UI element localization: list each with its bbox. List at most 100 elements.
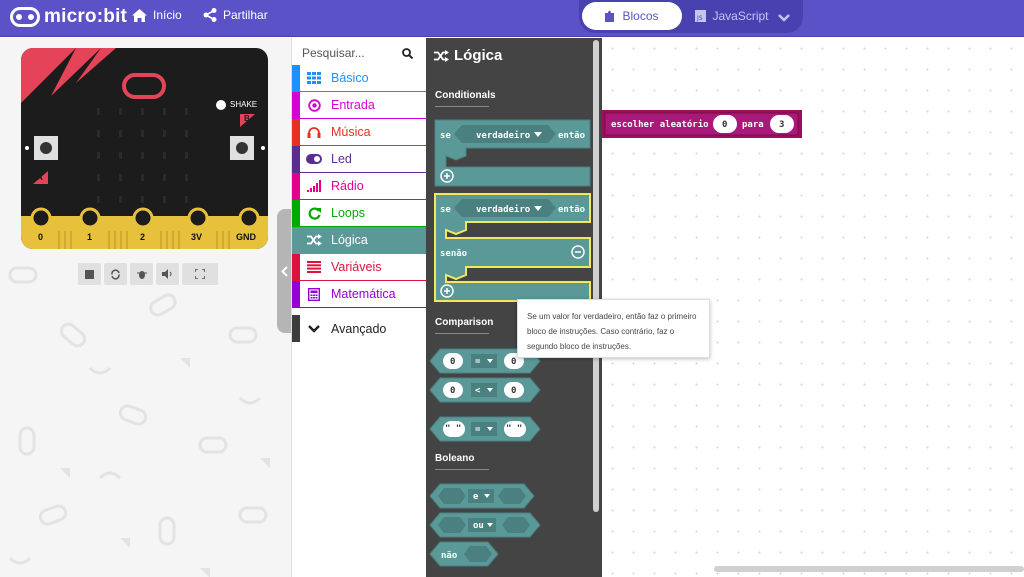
category-led[interactable]: Led bbox=[292, 146, 427, 173]
microbit-logo-icon bbox=[10, 7, 40, 27]
pin-gnd-label: GND bbox=[236, 232, 256, 242]
js-file-icon: JS bbox=[695, 10, 707, 22]
tooltip-text: Se um valor for verdadeiro, então faz o … bbox=[527, 312, 697, 351]
if-then-else-block[interactable]: se verdadeiro então senão bbox=[434, 193, 591, 302]
if-keyword: se bbox=[440, 131, 451, 141]
boolean-op[interactable]: e bbox=[473, 492, 479, 502]
category-label: Entrada bbox=[331, 98, 375, 112]
simulator-toolbar bbox=[78, 263, 218, 285]
blocks-tab[interactable]: Blocos bbox=[582, 2, 682, 30]
pin-3v-label: 3V bbox=[191, 232, 203, 242]
compare-op[interactable]: < bbox=[475, 386, 481, 396]
category-label: Rádio bbox=[331, 179, 364, 193]
javascript-tab[interactable]: JS JavaScript bbox=[687, 2, 777, 30]
pin-1-label[interactable]: 1 bbox=[87, 232, 92, 242]
fullscreen-icon bbox=[195, 269, 205, 279]
category-math[interactable]: Matemática bbox=[292, 281, 427, 308]
chevron-down-icon bbox=[306, 322, 322, 336]
boolean-op: não bbox=[441, 551, 457, 561]
microbit-board: SHAKE A B 0 1 2 3V GND bbox=[21, 48, 268, 249]
chevron-down-icon bbox=[778, 14, 790, 22]
pick-random-block[interactable]: escolher aleatório 0 para 3 bbox=[602, 109, 804, 139]
then-keyword: então bbox=[558, 205, 585, 215]
random-from-value[interactable]: 0 bbox=[722, 120, 727, 130]
board-graphic bbox=[21, 48, 268, 249]
restart-icon bbox=[111, 268, 120, 280]
pin-2-label[interactable]: 2 bbox=[140, 232, 145, 242]
category-toolbox: Básico Entrada Música Led Rádio Loops Ló… bbox=[291, 38, 427, 577]
category-basic[interactable]: Básico bbox=[292, 65, 427, 92]
boolean-not-block[interactable]: não bbox=[429, 541, 499, 567]
compare-left[interactable]: 0 bbox=[450, 386, 455, 396]
compare-string-block[interactable]: " " = " " bbox=[429, 416, 541, 442]
boolean-or-block[interactable]: ou bbox=[429, 512, 541, 538]
button-b-label: B bbox=[244, 114, 250, 123]
top-bar: micro:bit Início Partilhar Blocos JS Jav… bbox=[0, 0, 1024, 37]
home-icon bbox=[132, 8, 147, 22]
button-a-label: A bbox=[37, 173, 43, 182]
restart-button[interactable] bbox=[104, 263, 127, 285]
category-variables[interactable]: Variáveis bbox=[292, 254, 427, 281]
category-label: Avançado bbox=[331, 321, 387, 336]
compare-left[interactable]: " " bbox=[445, 424, 461, 434]
debug-button[interactable] bbox=[130, 263, 153, 285]
category-input[interactable]: Entrada bbox=[292, 92, 427, 119]
compare-right[interactable]: " " bbox=[506, 424, 522, 434]
if-keyword: se bbox=[440, 205, 451, 215]
calculator-icon bbox=[306, 287, 322, 301]
category-loops[interactable]: Loops bbox=[292, 200, 427, 227]
category-music[interactable]: Música bbox=[292, 119, 427, 146]
boolean-op[interactable]: ou bbox=[473, 521, 484, 531]
if-then-block[interactable]: se verdadeiro então bbox=[434, 119, 591, 187]
category-label: Variáveis bbox=[331, 260, 382, 274]
condition-value[interactable]: verdadeiro bbox=[476, 204, 530, 215]
sound-button[interactable] bbox=[156, 263, 179, 285]
blocks-label: Blocos bbox=[622, 9, 659, 23]
javascript-label: JavaScript bbox=[712, 9, 769, 23]
workspace-scrollbar[interactable] bbox=[714, 566, 1024, 572]
then-keyword: então bbox=[558, 131, 585, 141]
shake-label[interactable]: SHAKE bbox=[230, 100, 257, 109]
compare-less-block[interactable]: 0 < 0 bbox=[429, 377, 541, 403]
share-icon bbox=[203, 8, 217, 22]
category-label: Led bbox=[331, 152, 352, 166]
flyout-scrollbar[interactable] bbox=[593, 40, 599, 512]
stop-icon bbox=[85, 269, 94, 279]
stop-button[interactable] bbox=[78, 263, 101, 285]
compare-right[interactable]: 0 bbox=[511, 386, 516, 396]
compare-right[interactable]: 0 bbox=[511, 357, 516, 367]
pin-0-label[interactable]: 0 bbox=[38, 232, 43, 242]
random-to-value[interactable]: 3 bbox=[779, 120, 784, 130]
category-label: Matemática bbox=[331, 287, 396, 301]
category-label: Loops bbox=[331, 206, 366, 220]
category-label: Básico bbox=[331, 71, 369, 85]
chevron-left-icon bbox=[280, 265, 288, 277]
condition-value[interactable]: verdadeiro bbox=[476, 130, 530, 141]
category-advanced[interactable]: Avançado bbox=[292, 315, 427, 342]
language-dropdown[interactable] bbox=[778, 9, 790, 27]
compare-left[interactable]: 0 bbox=[450, 357, 455, 367]
svg-text:JS: JS bbox=[696, 15, 703, 22]
puzzle-icon bbox=[605, 10, 615, 22]
search-input[interactable] bbox=[302, 46, 402, 60]
category-radio[interactable]: Rádio bbox=[292, 173, 427, 200]
random-to-label: para bbox=[742, 120, 764, 130]
fullscreen-button[interactable] bbox=[182, 263, 218, 285]
target-icon bbox=[306, 98, 322, 112]
compare-op[interactable]: = bbox=[475, 425, 481, 435]
compare-op[interactable]: = bbox=[475, 357, 481, 367]
share-label: Partilhar bbox=[223, 8, 268, 22]
signal-bars-icon bbox=[306, 179, 322, 193]
editor-mode-toggle: Blocos JS JavaScript bbox=[579, 0, 803, 33]
home-button[interactable]: Início bbox=[132, 8, 182, 22]
debug-icon bbox=[136, 270, 147, 279]
search-icon[interactable] bbox=[402, 47, 413, 59]
microbit-logo[interactable]: micro:bit bbox=[10, 6, 127, 28]
category-logic[interactable]: Lógica bbox=[292, 227, 427, 254]
share-button[interactable]: Partilhar bbox=[203, 8, 268, 22]
pick-random-label: escolher aleatório bbox=[611, 119, 709, 130]
boolean-and-block[interactable]: e bbox=[429, 483, 535, 509]
brand-name: micro:bit bbox=[44, 6, 128, 27]
shuffle-icon bbox=[306, 233, 322, 247]
collapse-simulator-handle[interactable] bbox=[277, 209, 291, 333]
